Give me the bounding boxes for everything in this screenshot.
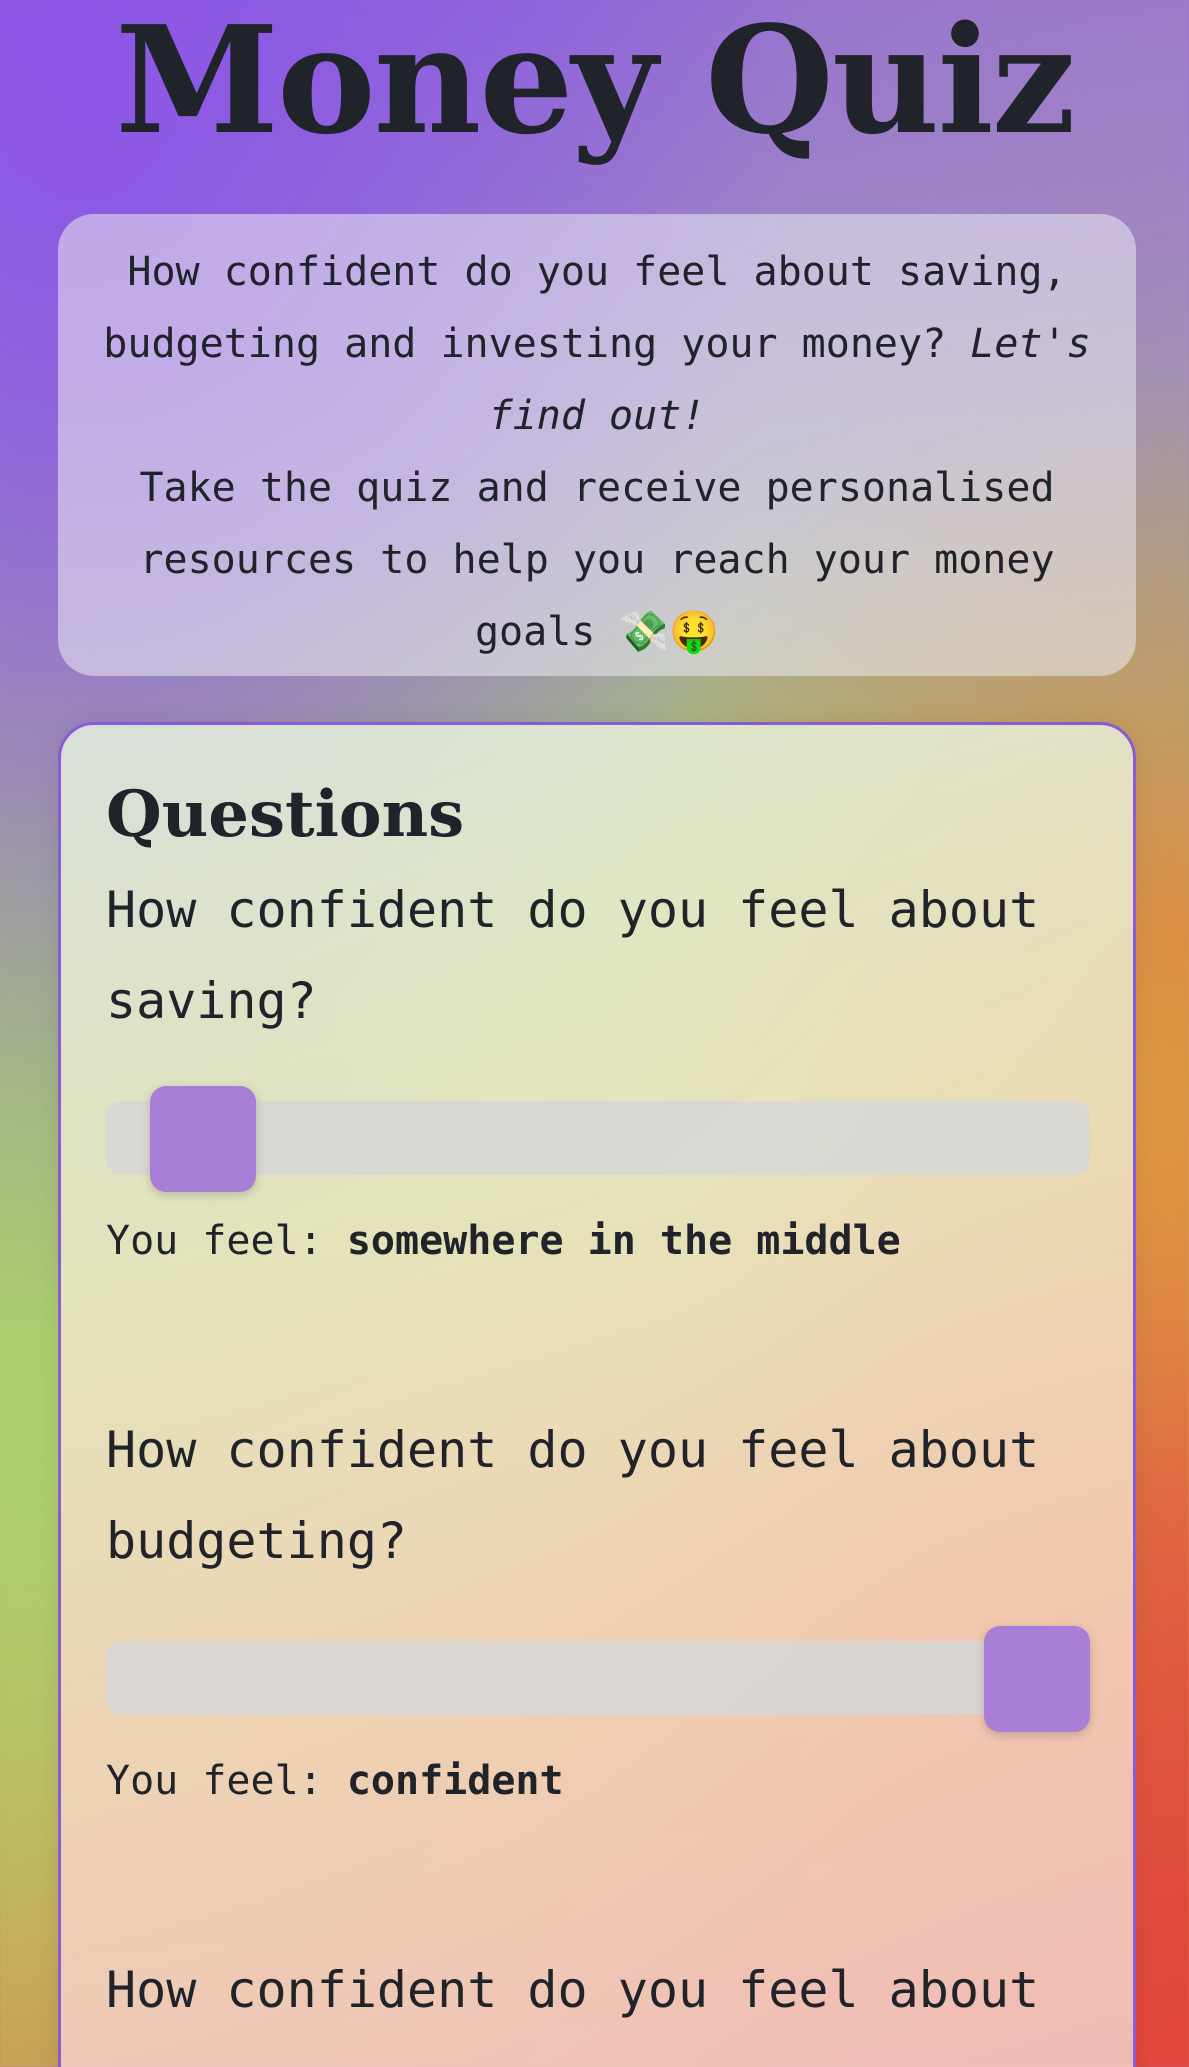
question-label: How confident do you feel about budgetin… bbox=[106, 1405, 1086, 1587]
intro-line: budgeting and investing your money? Let'… bbox=[98, 308, 1096, 380]
slider-thumb[interactable] bbox=[150, 1086, 256, 1192]
intro-emphasis: Let's bbox=[970, 321, 1091, 367]
intro-line: resources to help you reach your money bbox=[98, 524, 1096, 596]
feeling-readout: You feel: confident bbox=[106, 1753, 1086, 1809]
intro-line: find out! bbox=[98, 380, 1096, 452]
question-label: How confident do you feel about saving? bbox=[106, 865, 1086, 1047]
feeling-readout: You feel: somewhere in the middle bbox=[106, 1213, 1086, 1269]
intro-text: resources to help you reach your money bbox=[139, 537, 1055, 583]
intro-card: How confident do you feel about saving, … bbox=[58, 214, 1136, 676]
intro-text: Take the quiz and receive personalised bbox=[139, 465, 1055, 511]
feeling-value: somewhere in the middle bbox=[346, 1218, 901, 1264]
intro-emphasis: find out! bbox=[488, 393, 706, 439]
question-budgeting: How confident do you feel about budgetin… bbox=[106, 1405, 1090, 1809]
question-text: budgeting? bbox=[106, 1512, 408, 1570]
intro-line: Take the quiz and receive personalised bbox=[98, 452, 1096, 524]
intro-line: goals 💸🤑 bbox=[98, 596, 1096, 668]
slider-thumb[interactable] bbox=[984, 1626, 1090, 1732]
confidence-slider-saving[interactable] bbox=[106, 1086, 1090, 1192]
feeling-prefix: You feel: bbox=[106, 1758, 323, 1804]
feeling-value: confident bbox=[346, 1758, 564, 1804]
questions-heading: Questions bbox=[106, 777, 465, 852]
intro-text: How confident do you feel about saving, bbox=[127, 249, 1067, 295]
question-label: How confident do you feel about bbox=[106, 1945, 1086, 2036]
question-saving: How confident do you feel about saving? … bbox=[106, 865, 1090, 1269]
intro-text: goals 💸🤑 bbox=[474, 609, 720, 655]
intro-line: How confident do you feel about saving, bbox=[98, 236, 1096, 308]
question-text: saving? bbox=[106, 972, 317, 1030]
questions-panel: Questions How confident do you feel abou… bbox=[58, 722, 1136, 2067]
question-text: How confident do you feel about bbox=[106, 1421, 1040, 1479]
intro-text: budgeting and investing your money? bbox=[103, 321, 947, 367]
page-title: Money Quiz bbox=[115, 0, 1076, 167]
question-text: How confident do you feel about bbox=[106, 881, 1040, 939]
confidence-slider-budgeting[interactable] bbox=[106, 1626, 1090, 1732]
question-third: How confident do you feel about bbox=[106, 1945, 1086, 2036]
feeling-prefix: You feel: bbox=[106, 1218, 323, 1264]
question-text: How confident do you feel about bbox=[106, 1961, 1040, 2019]
